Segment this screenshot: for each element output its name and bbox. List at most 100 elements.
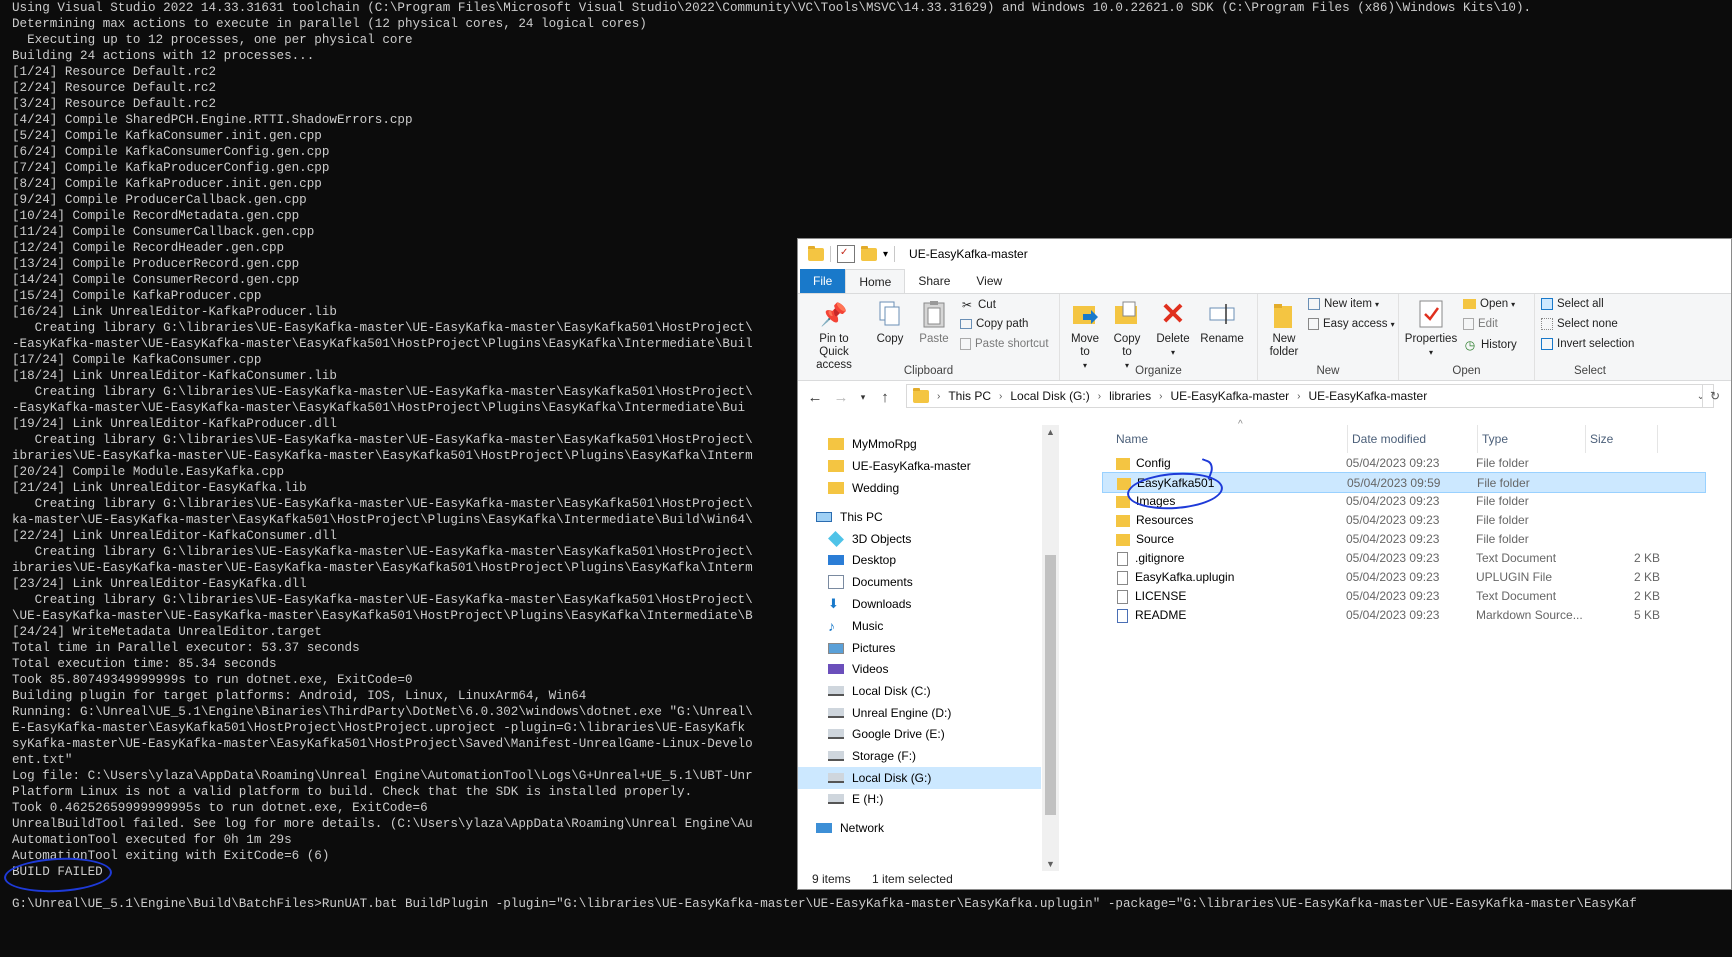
open-group-label: Open bbox=[1452, 365, 1481, 377]
history-button[interactable]: ◷ History bbox=[1463, 338, 1517, 352]
new-folder-icon[interactable] bbox=[861, 245, 877, 261]
nav-item-mymmorpg[interactable]: MyMmoRpg bbox=[798, 433, 1041, 455]
select-none-button[interactable]: Select none bbox=[1541, 318, 1618, 330]
file-type: Markdown Source... bbox=[1476, 608, 1583, 622]
nav-item-this-pc[interactable]: This PC bbox=[798, 506, 1041, 528]
nav-item-label: Local Disk (G:) bbox=[852, 771, 932, 785]
pictures-icon bbox=[828, 642, 844, 654]
file-row[interactable]: EasyKafka.uplugin 05/04/2023 09:23 UPLUGIN… bbox=[1102, 567, 1706, 588]
tab-home[interactable]: Home bbox=[845, 269, 906, 293]
file-type: UPLUGIN File bbox=[1476, 570, 1553, 584]
file-name-text: EasyKafka.uplugin bbox=[1135, 570, 1235, 584]
nav-scrollbar[interactable]: ▲ ▼ bbox=[1042, 425, 1059, 871]
markdown-file-icon bbox=[1117, 608, 1128, 623]
column-header-size[interactable]: Size bbox=[1586, 425, 1658, 453]
paste-button[interactable]: Paste bbox=[914, 298, 954, 346]
recent-locations-icon[interactable]: ▾ bbox=[854, 392, 872, 403]
nav-item-3d-objects[interactable]: 3D Objects bbox=[798, 528, 1041, 550]
folder-icon bbox=[828, 460, 844, 472]
new-item-button[interactable]: New item ▾ bbox=[1308, 298, 1379, 310]
tab-file[interactable]: File bbox=[800, 269, 846, 293]
rename-icon bbox=[1206, 298, 1238, 330]
console-line: Determining max actions to execute in pa… bbox=[12, 17, 647, 31]
file-name-text: Source bbox=[1136, 532, 1175, 546]
file-row[interactable]: Source 05/04/2023 09:23 File folder bbox=[1102, 529, 1706, 550]
document-icon bbox=[1117, 570, 1128, 585]
folder-icon bbox=[828, 482, 844, 494]
nav-item-downloads[interactable]: ⬇ Downloads bbox=[798, 593, 1041, 615]
column-header-date[interactable]: Date modified bbox=[1348, 425, 1478, 453]
paste-shortcut-button[interactable]: Paste shortcut bbox=[960, 338, 1049, 350]
nav-item-documents[interactable]: Documents bbox=[798, 571, 1041, 593]
file-type: File folder bbox=[1476, 532, 1529, 546]
breadcrumb-libraries[interactable]: libraries bbox=[1109, 389, 1151, 403]
folder-icon bbox=[1116, 533, 1130, 546]
pin-quick-access-button[interactable]: 📌 Pin to Quick access bbox=[804, 298, 864, 372]
new-folder-button[interactable]: New folder bbox=[1262, 298, 1306, 359]
rename-button[interactable]: Rename bbox=[1198, 298, 1246, 346]
properties-icon[interactable]: ✓ bbox=[837, 245, 855, 263]
nav-item-label: Google Drive (E:) bbox=[852, 727, 945, 741]
folder-icon bbox=[808, 245, 824, 261]
select-all-button[interactable]: Select all bbox=[1541, 298, 1604, 310]
copy-path-button[interactable]: Copy path bbox=[960, 318, 1028, 330]
nav-item-desktop[interactable]: Desktop bbox=[798, 549, 1041, 571]
copy-button[interactable]: Copy bbox=[870, 298, 910, 346]
scroll-up-icon[interactable]: ▲ bbox=[1042, 425, 1059, 439]
tab-view[interactable]: View bbox=[963, 269, 1015, 293]
file-row[interactable]: LICENSE 05/04/2023 09:23 Text Document 2 KB bbox=[1102, 586, 1706, 607]
delete-button[interactable]: ✕ Delete ▾ bbox=[1152, 298, 1194, 359]
breadcrumb-local-disk-g[interactable]: Local Disk (G:) bbox=[1010, 389, 1089, 403]
nav-item-pictures[interactable]: Pictures bbox=[798, 637, 1041, 659]
open-folder-icon bbox=[1463, 299, 1476, 309]
file-date: 05/04/2023 09:23 bbox=[1346, 589, 1440, 603]
forward-arrow-icon[interactable]: → bbox=[828, 389, 854, 406]
up-arrow-icon[interactable]: ↑ bbox=[872, 389, 898, 406]
file-row[interactable]: Config 05/04/2023 09:23 File folder bbox=[1102, 453, 1706, 474]
nav-item-unreal-engine-d[interactable]: Unreal Engine (D:) bbox=[798, 702, 1041, 724]
file-row[interactable]: README 05/04/2023 09:23 Markdown Source...… bbox=[1102, 605, 1706, 626]
invert-selection-button[interactable]: Invert selection bbox=[1541, 338, 1634, 350]
scrollbar-thumb[interactable] bbox=[1045, 555, 1056, 815]
cut-button[interactable]: ✂ Cut bbox=[960, 298, 996, 312]
copy-to-button[interactable]: Copy to ▾ bbox=[1108, 298, 1146, 372]
nav-item-music[interactable]: ♪ Music bbox=[798, 615, 1041, 637]
nav-item-label: Desktop bbox=[852, 553, 897, 567]
file-size bbox=[1580, 453, 1660, 474]
breadcrumb-ue-easykafka-master-current[interactable]: UE-EasyKafka-master bbox=[1308, 389, 1427, 403]
nav-item-wedding[interactable]: Wedding bbox=[798, 477, 1041, 499]
column-header-name[interactable]: Name bbox=[1112, 425, 1348, 453]
file-name: Resources bbox=[1116, 510, 1336, 531]
nav-item-ue-easykafka-master[interactable]: UE-EasyKafka-master bbox=[798, 455, 1041, 477]
nav-item-e-h[interactable]: E (H:) bbox=[798, 788, 1041, 810]
console-line: [4/24] Compile SharedPCH.Engine.RTTI.Sha… bbox=[12, 113, 413, 127]
refresh-icon[interactable]: ↻ bbox=[1702, 384, 1727, 408]
breadcrumb-this-pc[interactable]: This PC bbox=[948, 389, 991, 403]
console-line: Building 24 actions with 12 processes... bbox=[12, 49, 315, 63]
customize-quick-access-icon[interactable]: ▾ bbox=[883, 249, 888, 260]
file-name-text: Config bbox=[1136, 456, 1171, 470]
file-row[interactable]: .gitignore 05/04/2023 09:23 Text Document 2… bbox=[1102, 548, 1706, 569]
nav-item-network[interactable]: Network bbox=[798, 817, 1041, 839]
easy-access-button[interactable]: Easy access ▾ bbox=[1308, 318, 1395, 330]
organize-group-label: Organize bbox=[1135, 365, 1182, 377]
column-header-type[interactable]: Type bbox=[1478, 425, 1586, 453]
file-explorer-window: ✓ ▾ UE-EasyKafka-master File Home Share … bbox=[797, 238, 1732, 890]
nav-item-local-disk-c[interactable]: Local Disk (C:) bbox=[798, 680, 1041, 702]
properties-button[interactable]: Properties ▾ bbox=[1403, 298, 1459, 359]
nav-item-videos[interactable]: Videos bbox=[798, 658, 1041, 680]
address-bar[interactable]: › This PC › Local Disk (G:) › libraries … bbox=[906, 384, 1714, 408]
pin-icon: 📌 bbox=[820, 301, 848, 327]
tab-share[interactable]: Share bbox=[905, 269, 963, 293]
nav-item-local-disk-g[interactable]: Local Disk (G:) bbox=[798, 767, 1041, 789]
back-arrow-icon[interactable]: ← bbox=[802, 389, 828, 406]
nav-item-label: E (H:) bbox=[852, 792, 884, 806]
nav-item-google-drive-e[interactable]: Google Drive (E:) bbox=[798, 723, 1041, 745]
file-row[interactable]: Resources 05/04/2023 09:23 File folder bbox=[1102, 510, 1706, 531]
breadcrumb-ue-easykafka-master[interactable]: UE-EasyKafka-master bbox=[1170, 389, 1289, 403]
nav-item-storage-f[interactable]: Storage (F:) bbox=[798, 745, 1041, 767]
edit-button[interactable]: Edit bbox=[1463, 318, 1498, 330]
file-date: 05/04/2023 09:23 bbox=[1346, 570, 1440, 584]
move-to-button[interactable]: Move to ▾ bbox=[1066, 298, 1104, 372]
open-button[interactable]: Open ▾ bbox=[1463, 298, 1515, 310]
